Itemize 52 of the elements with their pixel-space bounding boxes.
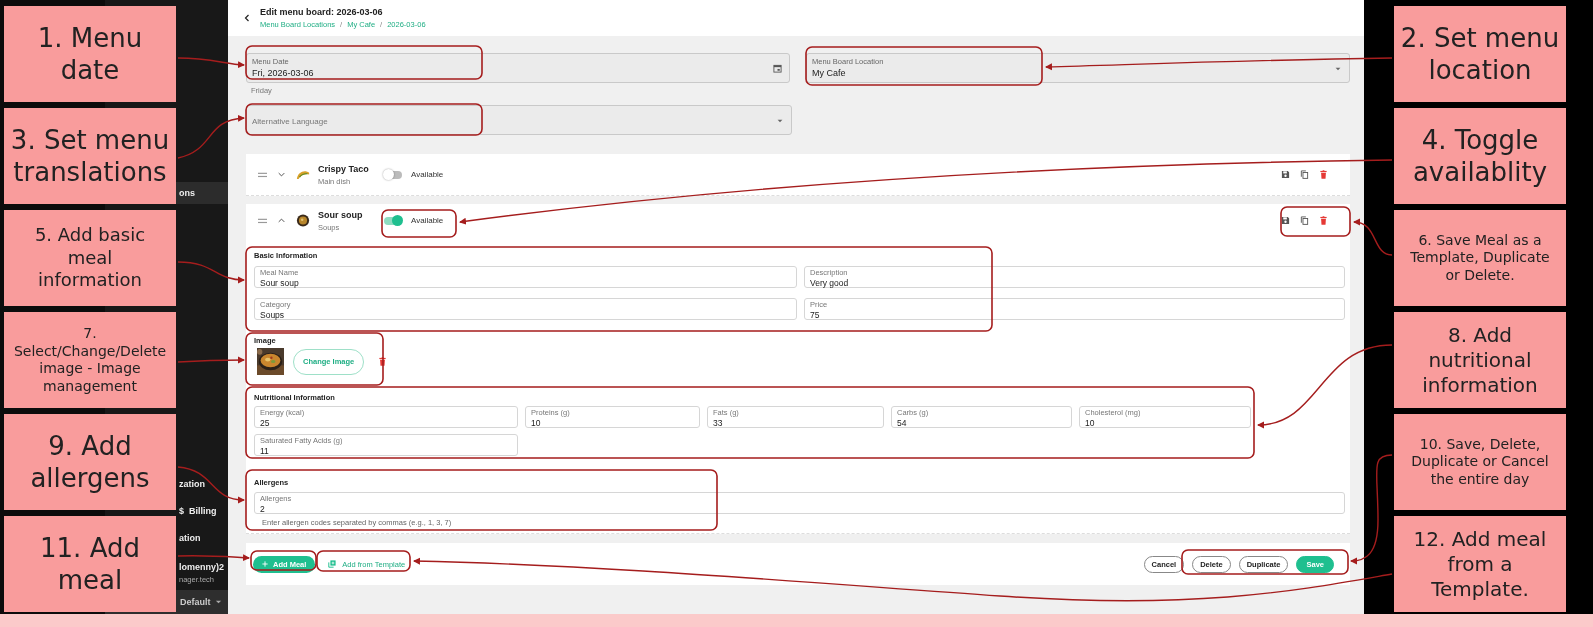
availability-toggle[interactable] <box>384 216 402 225</box>
plus-icon <box>262 561 268 567</box>
chevron-icon[interactable] <box>278 172 285 177</box>
drag-handle-icon[interactable] <box>258 171 267 178</box>
arrow <box>177 115 245 159</box>
meal-name: Sour soup <box>318 209 364 220</box>
sticky-note: 6. Save Meal as a Template, Duplicate or Delete. <box>1394 210 1566 306</box>
soup-bowl-icon <box>296 214 310 227</box>
calendar-icon[interactable] <box>773 64 782 73</box>
save-icon[interactable] <box>1281 170 1290 179</box>
page-title: Edit menu board: 2026-03-06 <box>260 7 384 17</box>
save-icon[interactable] <box>1281 216 1290 225</box>
copy-icon[interactable] <box>1300 216 1309 225</box>
chevron-icon[interactable] <box>278 218 285 223</box>
caret-icon <box>777 119 783 123</box>
sticky-note: 10. Save, Delete, Duplicate or Cancel the entire day <box>1394 414 1566 510</box>
template-add-icon <box>328 560 337 568</box>
highlight-outline <box>1280 206 1351 237</box>
sidebar-item[interactable]: zation <box>179 478 205 490</box>
sticky-note: 3. Set menu translations <box>4 108 176 204</box>
arrow <box>177 261 245 284</box>
sticky-note: 8. Add nutritional information <box>1394 312 1566 408</box>
delete-icon[interactable] <box>1319 216 1328 225</box>
caret-icon <box>215 600 222 604</box>
sticky-note: 11. Add meal <box>4 516 176 612</box>
sticky-note: 2. Set menu location <box>1394 6 1566 102</box>
arrow <box>177 466 245 504</box>
sticky-note: 4. Toggle availablity <box>1394 108 1566 204</box>
drag-handle-icon[interactable] <box>258 217 267 224</box>
availability-toggle[interactable] <box>384 170 402 179</box>
sticky-note: 7. Select/Change/Delete image - Image management <box>4 312 176 408</box>
availability-label: Available <box>411 216 444 225</box>
availability-label: Available <box>411 170 444 179</box>
back-icon[interactable] <box>244 14 250 22</box>
sticky-note: 5. Add basic meal information <box>4 210 176 306</box>
sidebar-item[interactable]: ation <box>179 532 201 544</box>
highlight-outline <box>250 550 317 571</box>
sidebar-item[interactable]: $ Billing <box>179 505 217 517</box>
delete-icon[interactable] <box>378 357 388 366</box>
sticky-note: 9. Add allergens <box>4 414 176 510</box>
account-name: lomenny)2 <box>179 562 224 572</box>
taco-icon <box>296 168 310 181</box>
arrow <box>177 356 245 364</box>
delete-icon[interactable] <box>1319 170 1328 179</box>
sidebar-item[interactable]: ons <box>179 187 195 199</box>
sticky-note: 12. Add meal from a Template. <box>1394 516 1566 612</box>
caret-icon <box>1335 67 1341 71</box>
arrow <box>177 57 245 69</box>
copy-icon[interactable] <box>1300 170 1309 179</box>
language-select[interactable]: Alternative Language <box>246 105 792 135</box>
meal-name: Crispy Taco <box>318 163 370 174</box>
sticky-note: 1. Menu date <box>4 6 176 102</box>
